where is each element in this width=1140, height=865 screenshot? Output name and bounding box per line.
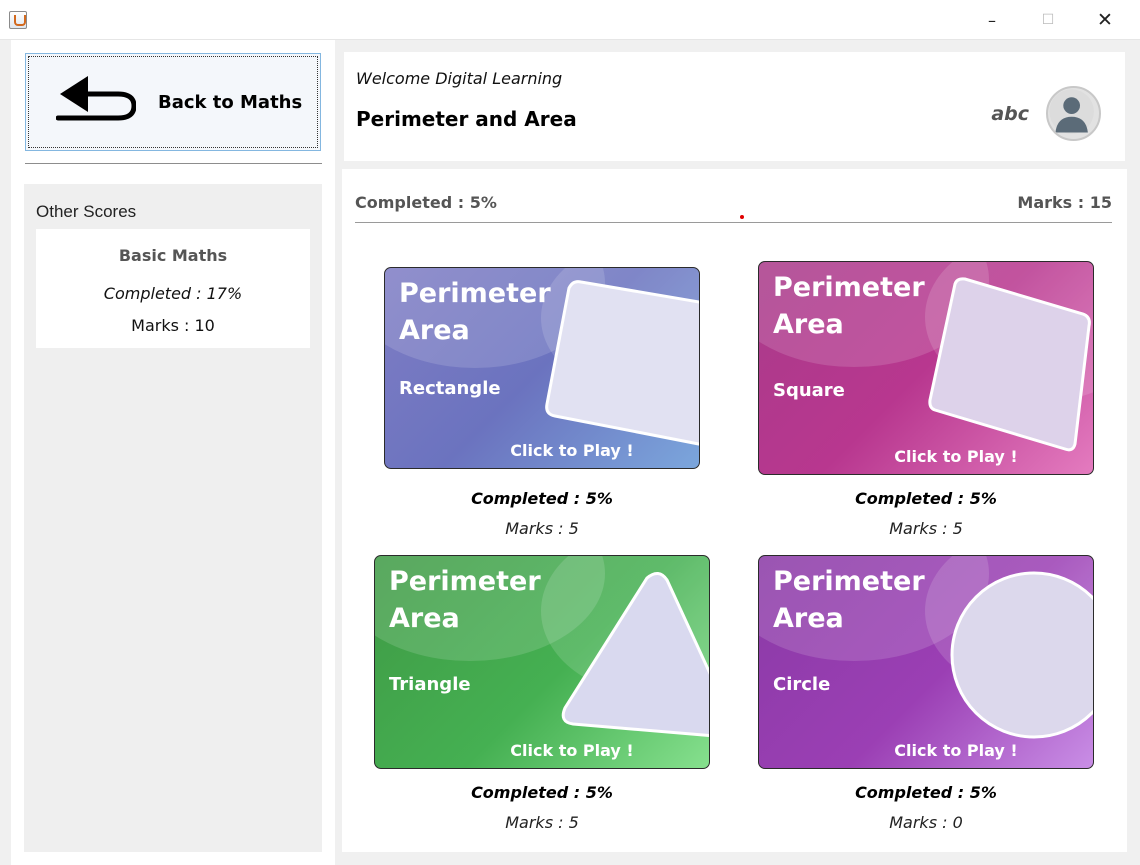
overall-completed: Completed : 5% (355, 193, 497, 212)
game-card-triangle[interactable]: Perimeter Area Triangle Click to Play ! (374, 555, 710, 769)
card-shape-name: Triangle (389, 674, 471, 695)
game-marks: Marks : 5 (505, 813, 579, 832)
minimize-button[interactable]: – (969, 6, 1015, 34)
game-card-square[interactable]: Perimeter Area Square Click to Play ! (758, 261, 1094, 475)
click-to-play-label: Click to Play ! (894, 447, 1018, 466)
sidebar: Back to Maths Other Scores Basic Maths C… (11, 40, 335, 865)
click-to-play-label: Click to Play ! (510, 741, 634, 760)
click-to-play-label: Click to Play ! (894, 741, 1018, 760)
game-marks: Marks : 5 (889, 519, 963, 538)
user-avatar-icon[interactable] (1046, 86, 1101, 141)
other-scores-panel: Other Scores Basic Maths Completed : 17%… (24, 184, 322, 852)
maximize-button[interactable]: ☐ (1025, 6, 1071, 34)
card-title-line2: Area (773, 603, 844, 634)
click-to-play-label: Click to Play ! (510, 441, 634, 460)
card-shape-name: Rectangle (399, 378, 501, 399)
page-title: Perimeter and Area (356, 107, 577, 131)
progress-divider (355, 222, 1112, 223)
game-stats-circle: Completed : 5% Marks : 0 (761, 783, 1091, 832)
header-panel: Welcome Digital Learning Perimeter and A… (344, 52, 1125, 161)
game-stats-square: Completed : 5% Marks : 5 (761, 489, 1091, 538)
back-arrow-icon (56, 76, 136, 121)
game-completed: Completed : 5% (471, 489, 613, 508)
close-button[interactable]: ✕ (1082, 6, 1128, 34)
overall-marks: Marks : 15 (1017, 193, 1112, 212)
welcome-text: Welcome Digital Learning (356, 69, 563, 88)
game-completed: Completed : 5% (855, 783, 997, 802)
score-completed: Completed : 17% (103, 284, 243, 303)
card-title-line2: Area (399, 315, 470, 346)
game-card-rectangle[interactable]: Perimeter Area Rectangle Click to Play ! (384, 267, 700, 469)
score-name: Basic Maths (118, 246, 228, 265)
red-dot-marker (740, 215, 744, 219)
back-button-label: Back to Maths (158, 92, 303, 113)
rectangle-shape-icon (545, 280, 699, 446)
back-to-maths-button[interactable]: Back to Maths (25, 53, 321, 151)
score-marks: Marks : 10 (131, 316, 215, 335)
card-shape-name: Circle (773, 674, 831, 695)
other-scores-title: Other Scores (36, 202, 137, 221)
score-card: Basic Maths Completed : 17% Marks : 10 (36, 229, 310, 348)
game-completed: Completed : 5% (855, 489, 997, 508)
card-title-line1: Perimeter (389, 566, 541, 597)
game-completed: Completed : 5% (471, 783, 613, 802)
sidebar-divider (25, 163, 322, 164)
triangle-shape-icon (561, 572, 709, 737)
username: abc (991, 103, 1029, 125)
card-shape-name: Square (773, 380, 845, 401)
card-title-line1: Perimeter (773, 566, 925, 597)
card-title-line2: Area (773, 309, 844, 340)
game-card-circle[interactable]: Perimeter Area Circle Click to Play ! (758, 555, 1094, 769)
main-panel: Completed : 5% Marks : 15 Perimeter Area… (342, 169, 1127, 852)
game-stats-rectangle: Completed : 5% Marks : 5 (377, 489, 707, 538)
card-title-line2: Area (389, 603, 460, 634)
game-stats-triangle: Completed : 5% Marks : 5 (377, 783, 707, 832)
card-title-line1: Perimeter (399, 278, 551, 309)
circle-shape-icon (950, 571, 1093, 739)
game-marks: Marks : 0 (889, 813, 963, 832)
window-titlebar: – ☐ ✕ (0, 0, 1140, 40)
game-marks: Marks : 5 (505, 519, 579, 538)
java-cup-icon (9, 11, 27, 29)
square-shape-icon (928, 277, 1091, 452)
card-title-line1: Perimeter (773, 272, 925, 303)
